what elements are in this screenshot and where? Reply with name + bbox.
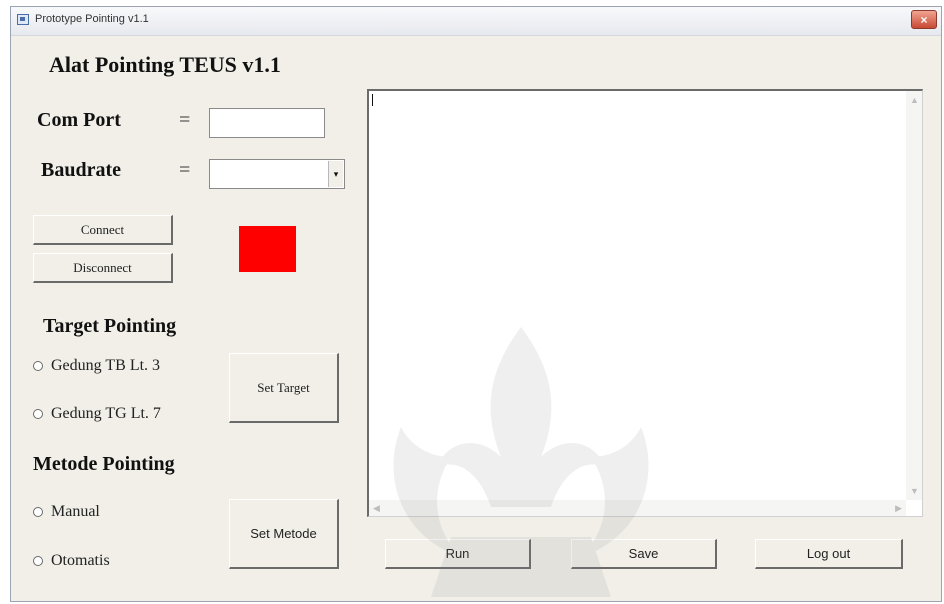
radio-label: Gedung TB Lt. 3: [51, 357, 161, 374]
window-title: Prototype Pointing v1.1: [35, 13, 149, 25]
save-button[interactable]: Save: [571, 539, 717, 569]
com-port-input[interactable]: [209, 108, 325, 138]
close-button[interactable]: ×: [911, 10, 937, 29]
radio-circle-icon[interactable]: [33, 361, 43, 371]
scroll-up-icon[interactable]: ▲: [910, 95, 919, 105]
logout-button[interactable]: Log out: [755, 539, 903, 569]
title-bar[interactable]: Prototype Pointing v1.1 ×: [11, 7, 941, 36]
dropdown-arrow-button[interactable]: ▾: [328, 161, 343, 187]
scroll-right-icon[interactable]: ▶: [895, 503, 902, 514]
com-port-label: Com Port: [37, 109, 121, 131]
app-window: Prototype Pointing v1.1 × Alat Pointing …: [10, 6, 942, 602]
vertical-scrollbar[interactable]: ▲ ▼: [906, 91, 922, 500]
radio-manual[interactable]: Manual: [33, 503, 100, 521]
radio-circle-icon[interactable]: [33, 409, 43, 419]
horizontal-scrollbar[interactable]: ◀ ▶: [369, 500, 906, 516]
metode-pointing-heading: Metode Pointing: [33, 453, 175, 475]
window-icon: [17, 14, 29, 25]
radio-label: Gedung TG Lt. 7: [51, 405, 161, 422]
radio-otomatis[interactable]: Otomatis: [33, 552, 110, 570]
radio-gedung-tg[interactable]: Gedung TG Lt. 7: [33, 405, 161, 423]
baudrate-label: Baudrate: [41, 159, 121, 181]
target-pointing-heading: Target Pointing: [43, 315, 177, 337]
app-heading: Alat Pointing TEUS v1.1: [49, 52, 281, 77]
baudrate-select[interactable]: ▾: [209, 159, 345, 189]
radio-label: Manual: [51, 503, 100, 520]
run-button[interactable]: Run: [385, 539, 531, 569]
radio-circle-icon[interactable]: [33, 507, 43, 517]
scroll-left-icon[interactable]: ◀: [373, 503, 380, 514]
scroll-down-icon[interactable]: ▼: [910, 486, 919, 496]
close-icon: ×: [920, 13, 928, 27]
radio-gedung-tb[interactable]: Gedung TB Lt. 3: [33, 357, 160, 375]
radio-circle-icon[interactable]: [33, 556, 43, 566]
radio-label: Otomatis: [51, 552, 110, 569]
connection-status-indicator: [239, 226, 296, 272]
baudrate-equals: =: [179, 159, 191, 181]
text-caret: [372, 94, 373, 106]
connect-button[interactable]: Connect: [33, 215, 173, 245]
set-target-button[interactable]: Set Target: [229, 353, 339, 423]
output-log-textarea[interactable]: ▲ ▼ ◀ ▶: [367, 89, 923, 517]
set-metode-button[interactable]: Set Metode: [229, 499, 339, 569]
chevron-down-icon: ▾: [333, 169, 339, 179]
disconnect-button[interactable]: Disconnect: [33, 253, 173, 283]
com-port-equals: =: [179, 109, 191, 131]
